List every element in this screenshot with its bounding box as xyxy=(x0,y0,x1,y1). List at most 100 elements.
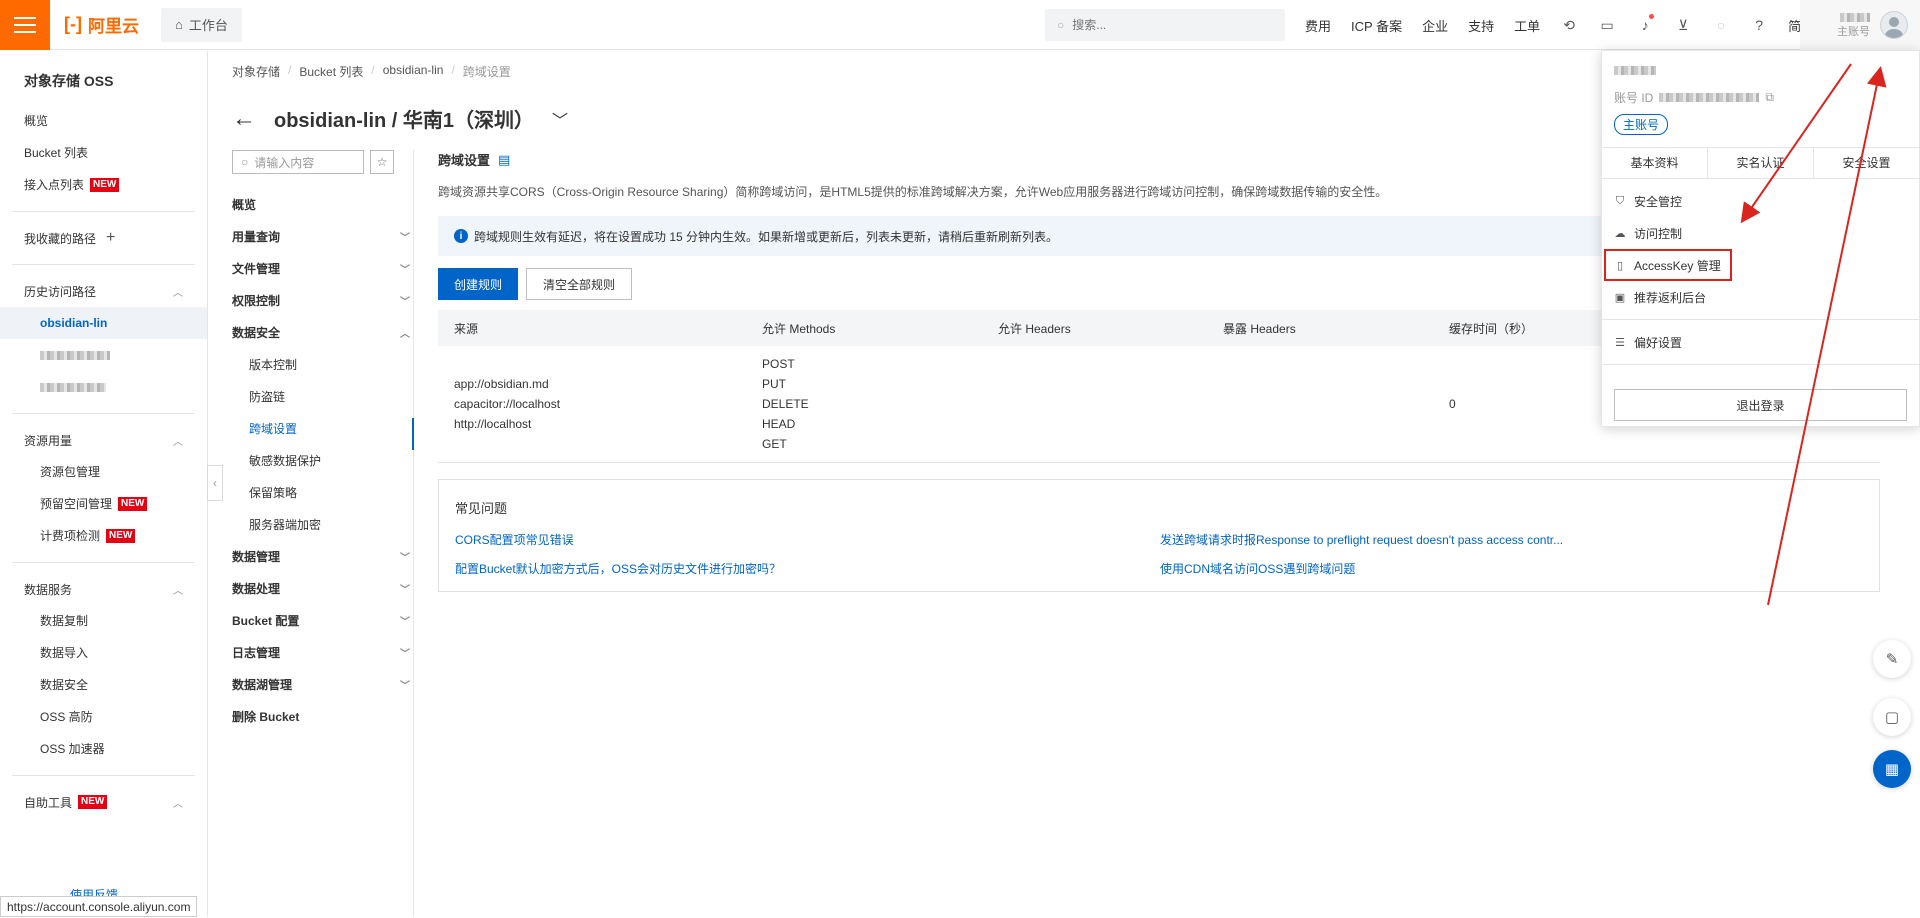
method-value: DELETE xyxy=(762,397,809,411)
breadcrumb-bucket[interactable]: obsidian-lin xyxy=(383,63,444,80)
sidebar-item-resource-package[interactable]: 资源包管理 xyxy=(0,456,207,488)
cart-icon[interactable]: ⊻ xyxy=(1674,16,1692,34)
tab-real-name[interactable]: 实名认证 xyxy=(1708,148,1814,178)
subnav-item-cors[interactable]: 跨域设置 xyxy=(232,412,414,444)
link-icp[interactable]: ICP 备案 xyxy=(1351,16,1402,35)
subnav-item-retention[interactable]: 保留策略 xyxy=(232,476,414,508)
subnav-item-overview[interactable]: 概览 xyxy=(232,188,414,220)
cloud-shell-icon[interactable]: ⟲ xyxy=(1560,16,1578,34)
link-billing[interactable]: 费用 xyxy=(1305,16,1331,35)
subnav-item-files[interactable]: 文件管理 ﹀ xyxy=(232,252,414,284)
sidebar-item-billing-check[interactable]: 计费项检测 NEW xyxy=(0,520,207,552)
sidebar-group-history[interactable]: 历史访问路径 ︿ xyxy=(0,275,207,307)
subnav-item-datalake[interactable]: 数据湖管理 ﹀ xyxy=(232,668,414,700)
subnav-item-delete-bucket[interactable]: 删除 Bucket xyxy=(232,700,414,732)
account-menu-trigger[interactable]: 主账号 xyxy=(1800,0,1920,50)
copy-icon[interactable]: ⧉ xyxy=(1765,90,1774,105)
faq-link[interactable]: 发送跨域请求时报Response to preflight request do… xyxy=(1160,531,1860,548)
subnav-item-data-processing[interactable]: 数据处理 ﹀ xyxy=(232,572,414,604)
sidebar-item-history-masked[interactable] xyxy=(0,371,207,403)
menu-item-access-control[interactable]: ☁ 访问控制 xyxy=(1602,217,1919,249)
back-arrow-icon[interactable]: ← xyxy=(232,105,256,133)
sidebar-item-data-import[interactable]: 数据导入 xyxy=(0,637,207,669)
terminal-icon[interactable]: ▭ xyxy=(1598,16,1616,34)
avatar[interactable] xyxy=(1880,11,1908,39)
logo-mark-icon: [-] xyxy=(64,14,82,34)
subnav-item-bucket-config[interactable]: Bucket 配置 ﹀ xyxy=(232,604,414,636)
link-support[interactable]: 支持 xyxy=(1468,16,1494,35)
link-ticket[interactable]: 工单 xyxy=(1514,16,1540,35)
menu-item-security-control[interactable]: ⛉ 安全管控 xyxy=(1602,185,1919,217)
sidebar-item-data-security[interactable]: 数据安全 xyxy=(0,669,207,701)
subnav-item-logs[interactable]: 日志管理 ﹀ xyxy=(232,636,414,668)
tab-basic-info[interactable]: 基本资料 xyxy=(1602,148,1708,178)
subnav-item-encryption[interactable]: 服务器端加密 xyxy=(232,508,414,540)
sidebar-item-overview[interactable]: 概览 xyxy=(0,105,207,137)
chevron-down-icon: ﹀ xyxy=(400,232,410,244)
sidebar-item-history-masked[interactable] xyxy=(0,339,207,371)
edit-icon[interactable]: ✎ xyxy=(1873,640,1911,678)
sidebar-item-history-obsidian[interactable]: obsidian-lin xyxy=(0,307,207,339)
menu-item-rebate[interactable]: ▣ 推荐返利后台 xyxy=(1602,281,1919,313)
menu-item-accesskey[interactable]: ▯ AccessKey 管理 xyxy=(1604,249,1732,281)
workbench-button[interactable]: ⌂ 工作台 xyxy=(160,7,242,42)
star-icon[interactable]: ☆ xyxy=(370,150,394,174)
new-badge: NEW xyxy=(78,795,108,809)
faq-link[interactable]: CORS配置项常见错误 xyxy=(455,531,1160,548)
subnav-label: 删除 Bucket xyxy=(232,709,300,724)
subnav-item-hotlink[interactable]: 防盗链 xyxy=(232,380,414,412)
menu-icon[interactable] xyxy=(0,0,50,50)
sidebar-item-oss-accelerator[interactable]: OSS 加速器 xyxy=(0,733,207,765)
subnav-item-versioning[interactable]: 版本控制 xyxy=(232,348,414,380)
sidebar-item-reserved-space[interactable]: 预留空间管理 NEW xyxy=(0,488,207,520)
subnav-item-data-mgmt[interactable]: 数据管理 ﹀ xyxy=(232,540,414,572)
create-rule-button[interactable]: 创建规则 xyxy=(438,268,519,300)
dropdown-tabs: 基本资料 实名认证 安全设置 xyxy=(1602,147,1919,179)
breadcrumb-bucket-list[interactable]: Bucket 列表 xyxy=(299,63,363,80)
sidebar-item-access-points[interactable]: 接入点列表 NEW xyxy=(0,169,207,201)
lightbulb-icon[interactable]: ○ xyxy=(1712,16,1730,34)
menu-item-preferences[interactable]: ☰ 偏好设置 xyxy=(1602,326,1919,358)
sidebar-favorites[interactable]: 我收藏的路径 + xyxy=(0,222,207,254)
chat-icon[interactable]: ▢ xyxy=(1873,698,1911,736)
sidebar-item-oss-ddos[interactable]: OSS 高防 xyxy=(0,701,207,733)
subnav-search-input[interactable]: ○ 请输入内容 xyxy=(232,150,364,174)
apps-grid-icon[interactable]: ▦ xyxy=(1873,750,1911,788)
tab-security-settings[interactable]: 安全设置 xyxy=(1814,148,1919,178)
clear-rules-button[interactable]: 清空全部规则 xyxy=(526,268,633,300)
sidebar-group-data-service[interactable]: 数据服务 ︿ xyxy=(0,573,207,605)
chevron-down-icon[interactable]: ﹀ xyxy=(552,107,568,131)
doc-icon[interactable]: ▤ xyxy=(498,152,510,168)
sidebar-item-bucket-list[interactable]: Bucket 列表 xyxy=(0,137,207,169)
search-input[interactable] xyxy=(1072,18,1253,32)
faq-link[interactable]: 配置Bucket默认加密方式后，OSS会对历史文件进行加密吗？ xyxy=(455,560,1160,577)
subnav-item-data-security[interactable]: 数据安全 ︿ xyxy=(232,316,414,348)
help-icon[interactable]: ? xyxy=(1750,16,1768,34)
sidebar-group-resource[interactable]: 资源用量 ︿ xyxy=(0,424,207,456)
logout-button[interactable]: 退出登录 xyxy=(1614,389,1907,421)
subnav-item-permissions[interactable]: 权限控制 ﹀ xyxy=(232,284,414,316)
sidebar-collapse-button[interactable]: ‹ xyxy=(207,465,223,501)
sidebar-item-label: 预留空间管理 xyxy=(40,497,113,511)
notification-dot xyxy=(1649,14,1655,19)
subnav-item-usage[interactable]: 用量查询 ﹀ xyxy=(232,220,414,252)
sidebar-item-label: 概览 xyxy=(24,114,49,128)
link-enterprise[interactable]: 企业 xyxy=(1422,16,1448,35)
plus-icon[interactable]: + xyxy=(106,229,115,247)
breadcrumb-oss[interactable]: 对象存储 xyxy=(232,63,280,80)
divider xyxy=(12,211,195,212)
sidebar-title: 对象存储 OSS xyxy=(24,73,114,89)
bell-icon[interactable]: ♪ xyxy=(1636,14,1655,34)
col-expose-headers: 暴露 Headers xyxy=(1207,310,1433,346)
sidebar-group-tools[interactable]: 自助工具 NEW ︿ xyxy=(0,786,207,818)
faq-link[interactable]: 使用CDN域名访问OSS遇到跨域问题 xyxy=(1160,560,1860,577)
subnav-item-sensitive-data[interactable]: 敏感数据保护 xyxy=(232,444,414,476)
masked-username xyxy=(1614,66,1656,76)
global-search[interactable]: ○ xyxy=(1045,9,1285,41)
new-badge: NEW xyxy=(90,178,120,192)
divider xyxy=(1602,319,1919,320)
subnav-label: 概览 xyxy=(232,197,257,212)
history-label: 历史访问路径 xyxy=(24,284,97,299)
aliyun-logo[interactable]: [-] 阿里云 xyxy=(64,12,139,37)
sidebar-item-data-replication[interactable]: 数据复制 xyxy=(0,605,207,637)
